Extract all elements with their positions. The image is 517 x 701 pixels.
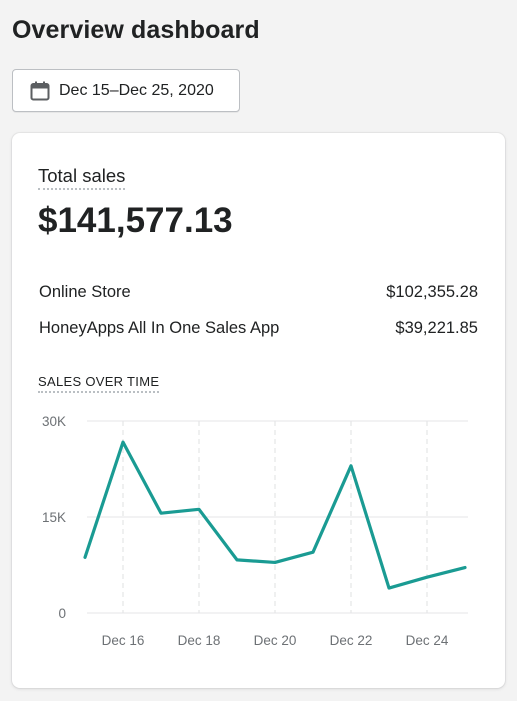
date-range-button[interactable]: Dec 15–Dec 25, 2020	[12, 69, 240, 112]
date-range-label: Dec 15–Dec 25, 2020	[59, 81, 214, 99]
page-title: Overview dashboard	[12, 16, 260, 44]
y-tick-label: 15K	[42, 510, 66, 525]
y-tick-label: 30K	[42, 414, 66, 429]
x-tick-label: Dec 16	[102, 633, 145, 648]
calendar-icon	[30, 81, 50, 101]
x-tick-label: Dec 22	[330, 633, 373, 648]
x-tick-label: Dec 20	[254, 633, 297, 648]
x-tick-label: Dec 18	[178, 633, 221, 648]
total-sales-card: Total sales $141,577.13 Online Store $10…	[12, 133, 505, 688]
sales-over-time-chart: 30K 15K 0 Dec 16 Dec 18 Dec 20 Dec 22 Dec 24	[42, 414, 468, 648]
x-tick-label: Dec 24	[406, 633, 449, 648]
y-tick-label: 0	[58, 606, 66, 621]
